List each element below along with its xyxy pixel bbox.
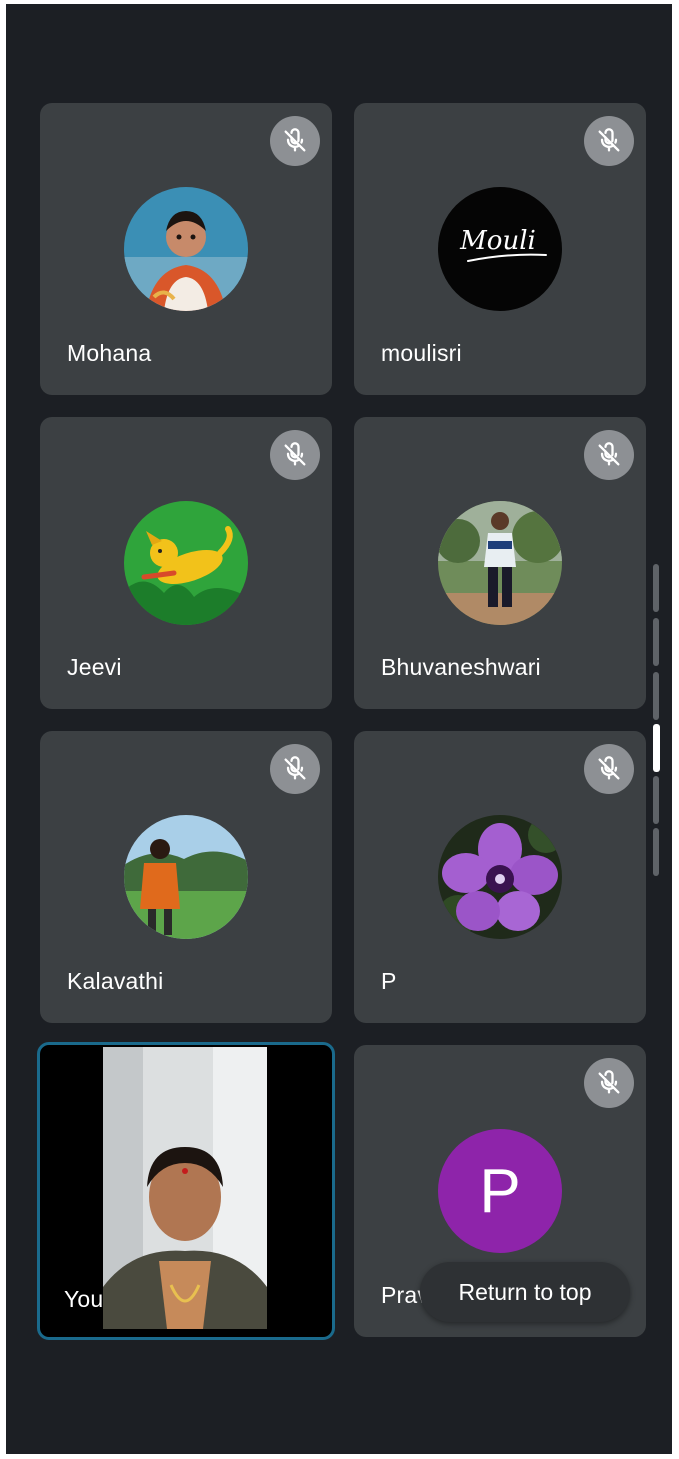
avatar-purple-flower bbox=[438, 815, 562, 939]
participant-name: Jeevi bbox=[67, 654, 122, 680]
scroll-segment bbox=[653, 564, 659, 612]
avatar-signature-logo: Mouli bbox=[438, 187, 562, 311]
return-to-top-button[interactable]: Return to top bbox=[420, 1262, 630, 1322]
mic-off-icon bbox=[584, 1058, 634, 1108]
mic-off-icon bbox=[584, 744, 634, 794]
scroll-indicator[interactable] bbox=[653, 564, 661, 876]
participant-name: Kalavathi bbox=[67, 968, 164, 994]
avatar-person-in-field bbox=[124, 815, 248, 939]
svg-text:Mouli: Mouli bbox=[459, 226, 536, 256]
participant-name: Mohana bbox=[67, 340, 152, 366]
participant-name: Bhuvaneshwari bbox=[381, 654, 541, 680]
avatar-cartoon-dog bbox=[124, 501, 248, 625]
scroll-segment bbox=[653, 776, 659, 824]
scroll-segment-active bbox=[653, 724, 660, 772]
mic-off-icon bbox=[270, 744, 320, 794]
participant-tile-mohana[interactable]: Mohana bbox=[40, 103, 332, 395]
participant-name: P bbox=[381, 968, 397, 994]
self-video-feed bbox=[103, 1047, 267, 1329]
mic-off-icon bbox=[270, 116, 320, 166]
avatar-letter: P bbox=[438, 1129, 562, 1253]
scroll-segment bbox=[653, 672, 659, 720]
participant-tile-p[interactable]: P bbox=[354, 731, 646, 1023]
mic-off-icon bbox=[584, 116, 634, 166]
participant-name: moulisri bbox=[381, 340, 462, 366]
participant-tile-kalavathi[interactable]: Kalavathi bbox=[40, 731, 332, 1023]
scroll-segment bbox=[653, 618, 659, 666]
mic-off-icon bbox=[584, 430, 634, 480]
participant-name: You bbox=[64, 1286, 104, 1312]
participant-tile-bhuvaneshwari[interactable]: Bhuvaneshwari bbox=[354, 417, 646, 709]
avatar-baby-photo bbox=[124, 187, 248, 311]
meeting-grid-screen: Mohana Mouli moulisri Jeevi Bhuvaneshwar… bbox=[6, 4, 672, 1454]
scroll-segment bbox=[653, 828, 659, 876]
participant-tile-jeevi[interactable]: Jeevi bbox=[40, 417, 332, 709]
avatar-man-outdoors bbox=[438, 501, 562, 625]
mic-off-icon bbox=[270, 430, 320, 480]
participant-tile-self[interactable]: You bbox=[37, 1042, 335, 1340]
participant-tile-moulisri[interactable]: Mouli moulisri bbox=[354, 103, 646, 395]
